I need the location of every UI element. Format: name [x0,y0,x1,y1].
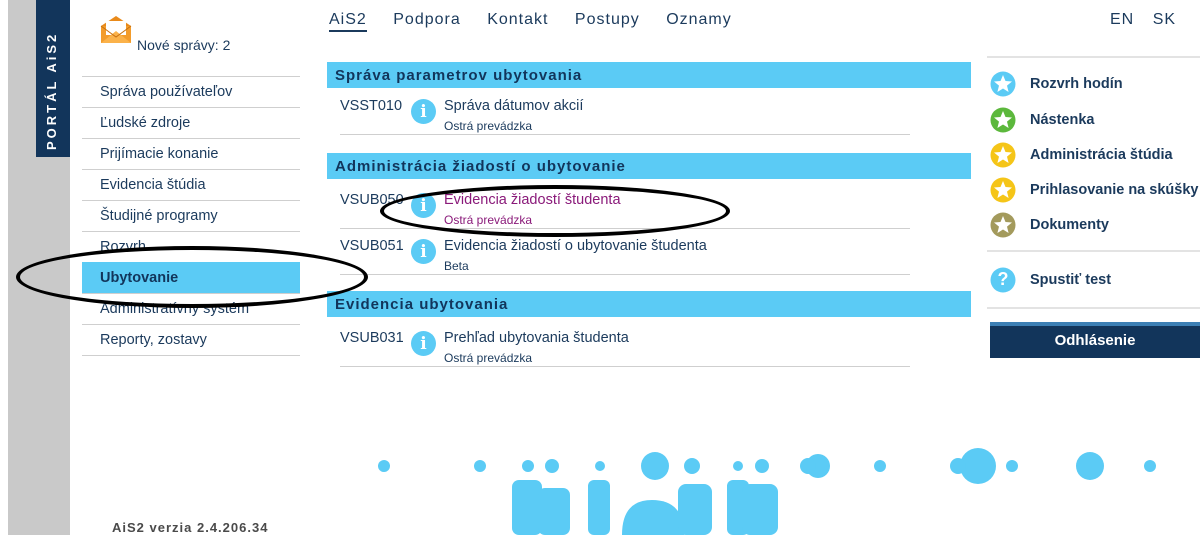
star-blue-icon [990,71,1016,97]
link-label: Rozvrh hodín [1030,76,1123,92]
language-switcher: EN SK [1110,11,1189,29]
logout-button-highlight [990,322,1200,326]
link-label: Nástenka [1030,112,1095,128]
sidebar-item-study-programs[interactable]: Študijné programy [82,200,300,231]
link-label: Spustiť test [1030,272,1112,288]
app-link[interactable]: Evidencia žiadostí o ubytovanie študenta [444,238,707,254]
star-green-icon [990,107,1016,133]
section-header: Evidencia ubytovania [327,291,971,317]
star-olive-icon [990,212,1016,238]
sidebar-menu-end [82,355,300,356]
link-label: Administrácia štúdia [1030,147,1173,163]
link-label: Dokumenty [1030,217,1109,233]
sidebar-item-admissions[interactable]: Prijímacie konanie [82,138,300,169]
info-icon[interactable]: i [411,239,436,264]
right-divider [987,307,1200,309]
right-divider [987,250,1200,252]
info-icon[interactable]: i [411,99,436,124]
app-status: Beta [444,259,469,273]
info-icon[interactable]: i [411,331,436,356]
sidebar-item-reports[interactable]: Reporty, zostavy [82,324,300,355]
star-yellow-icon [990,177,1016,203]
version-text: AiS2 verzia 2.4.206.34 [112,520,269,535]
annotation-ellipse [380,185,730,237]
link-label: Prihlasovanie na skúšky [1030,182,1199,198]
logout-button[interactable]: Odhlásenie [990,322,1200,358]
new-messages-link[interactable]: Nové správy: 2 [137,37,230,53]
portal-label: PORTÁL AiS2 [44,31,59,150]
app-entry: VSUB051 i Evidencia žiadostí o ubytovani… [340,232,910,275]
app-link[interactable]: Správa dátumov akcií [444,98,583,114]
sidebar-item-human-resources[interactable]: Ľudské zdroje [82,107,300,138]
nav-procedures[interactable]: Postupy [575,11,640,28]
top-nav: AiS2 Podpora Kontakt Postupy Oznamy [329,11,753,32]
sidebar-item-users[interactable]: Správa používateľov [82,76,300,107]
app-code: VSUB031 [340,330,404,346]
lang-sk[interactable]: SK [1153,11,1176,28]
app-code: VSST010 [340,98,403,114]
app-link[interactable]: Prehľad ubytovania študenta [444,330,629,346]
nav-support[interactable]: Podpora [393,11,461,28]
app-entry: VSST010 i Správa dátumov akcií Ostrá pre… [340,92,910,135]
app-status: Ostrá prevádzka [444,351,533,365]
nav-ais2[interactable]: AiS2 [329,11,367,32]
left-edge [0,0,8,535]
app-code: VSUB051 [340,238,404,254]
lang-en[interactable]: EN [1110,11,1134,28]
section-header: Administrácia žiadostí o ubytovanie [327,153,971,179]
app-entry: VSUB031 i Prehľad ubytovania študenta Os… [340,324,910,367]
sidebar-menu: Správa používateľov Ľudské zdroje Prijím… [82,76,300,356]
star-yellow-icon [990,142,1016,168]
mail-icon[interactable] [100,16,132,44]
section-header: Správa parametrov ubytovania [327,62,971,88]
app-status: Ostrá prevádzka [444,119,533,133]
nav-contact[interactable]: Kontakt [487,11,548,28]
nav-announcements[interactable]: Oznamy [666,11,732,28]
annotation-ellipse [16,246,368,308]
help-icon: ? [990,267,1016,293]
sidebar-item-study-records[interactable]: Evidencia štúdia [82,169,300,200]
right-divider [987,56,1200,58]
help-glyph: ? [997,269,1009,289]
